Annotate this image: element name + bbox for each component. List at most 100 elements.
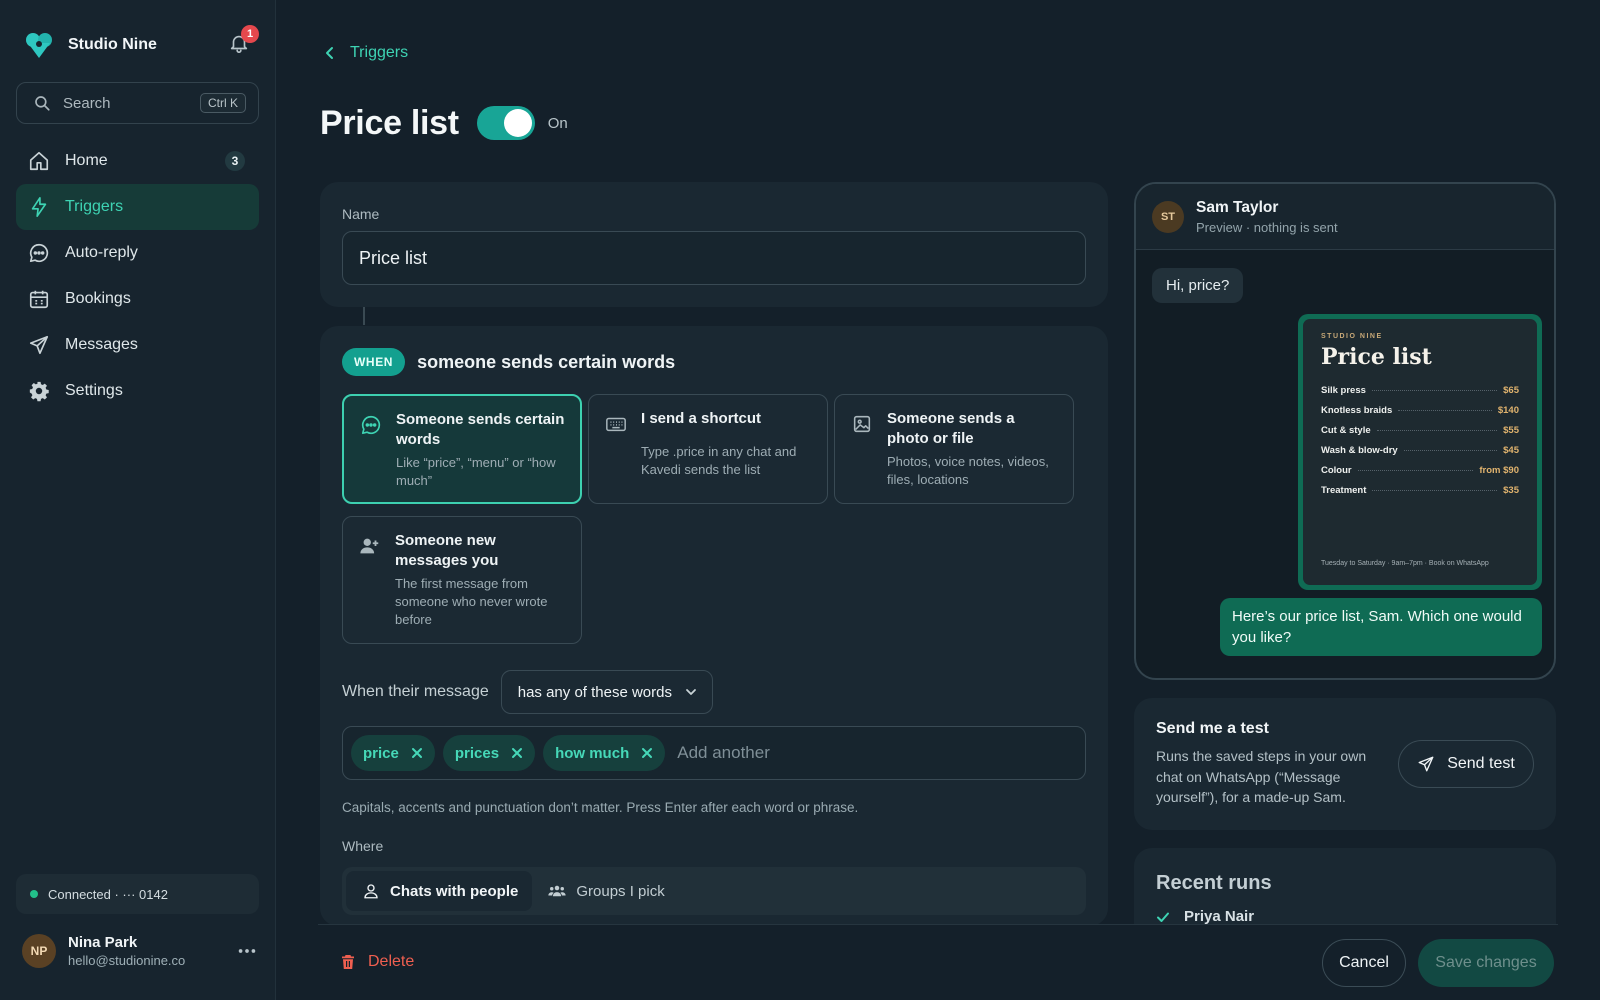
sidebar-item-auto-reply[interactable]: Auto-reply [16, 230, 259, 276]
run-name: Priya Nair [1184, 908, 1255, 925]
more-options-icon[interactable] [236, 940, 258, 962]
match-type-value: has any of these words [517, 683, 672, 701]
menu-rows: Silk press $65 Knotless braids $140 Cut & … [1321, 380, 1519, 500]
connection-text: Connected · ··· 0142 [48, 886, 168, 902]
menu-item: Knotless braids [1321, 404, 1393, 416]
brand[interactable]: Studio Nine [24, 28, 157, 62]
user-plus-icon [360, 538, 379, 554]
connection-status[interactable]: Connected · ··· 0142 [16, 874, 259, 914]
contact-name: Sam Taylor [1196, 198, 1279, 216]
when-card: WHEN someone sends certain words Someone… [320, 326, 1108, 926]
search-icon [35, 96, 50, 111]
keyword-tag: prices [442, 735, 536, 771]
name-card: Name Price list [320, 182, 1108, 307]
keyboard-icon [606, 417, 626, 432]
match-type-select[interactable]: has any of these words [500, 670, 713, 714]
nav-count-badge: 3 [225, 151, 245, 171]
sidebar-nav: Home 3 Triggers Auto-reply Bookings Mess… [16, 138, 259, 414]
tag-label: price [363, 744, 399, 762]
toggle-knob [503, 109, 532, 137]
preview-header: ST Sam Taylor Preview · nothing is sent [1136, 184, 1554, 250]
where-option-label: Groups I pick [576, 882, 665, 900]
dot-leader [1357, 469, 1474, 471]
where-segmented-control: Chats with people Groups I pick [342, 867, 1086, 915]
send-test-card: Send me a test Runs the saved steps in y… [1134, 698, 1556, 830]
preview-subtitle: Preview · nothing is sent [1196, 219, 1338, 235]
option-title: I send a shortcut [641, 410, 762, 427]
dot-leader [1398, 409, 1492, 411]
tag-label: how much [555, 744, 630, 762]
where-option-label: Chats with people [390, 882, 519, 900]
sidebar-item-label: Messages [65, 336, 138, 353]
menu-item: Treatment [1321, 484, 1367, 496]
search-input[interactable]: Search Ctrl K [16, 82, 259, 124]
trigger-option-new-contact[interactable]: Someone new messages you The first messa… [342, 516, 582, 644]
sidebar-item-bookings[interactable]: Bookings [16, 276, 259, 322]
dot-leader [1403, 449, 1498, 451]
cancel-button[interactable]: Cancel [1322, 939, 1406, 987]
menu-item: Cut & style [1321, 424, 1371, 436]
option-title: Someone sends a photo or file [887, 410, 1015, 447]
user-name: Nina Park [68, 934, 138, 951]
incoming-message: Hi, price? [1152, 268, 1244, 303]
option-desc: Type .price in any chat and Kavedi sends… [641, 444, 797, 477]
chevron-left-icon [326, 47, 333, 59]
gear-icon [29, 381, 49, 402]
page-title: Price list [320, 103, 459, 142]
when-header: WHEN someone sends certain words [342, 348, 675, 376]
trigger-option-photo[interactable]: Someone sends a photo or file Photos, vo… [834, 394, 1074, 504]
sidebar-item-messages[interactable]: Messages [16, 322, 259, 368]
sidebar-item-label: Auto-reply [65, 244, 138, 261]
option-title: Someone sends certain words [396, 411, 565, 448]
chat-preview: ST Sam Taylor Preview · nothing is sent … [1134, 182, 1556, 680]
trigger-option-words[interactable]: Someone sends certain words Like “price”… [342, 394, 582, 504]
search-shortcut: Ctrl K [200, 93, 246, 113]
breadcrumb[interactable]: Triggers [322, 44, 408, 62]
run-item[interactable]: Priya Nair [1156, 908, 1254, 925]
user-profile[interactable]: NP Nina Park hello@studionine.co [22, 932, 258, 970]
match-label: When their message [342, 683, 489, 700]
menu-price: $65 [1503, 384, 1519, 396]
add-keyword-placeholder[interactable]: Add another [677, 743, 770, 763]
sidebar-item-home[interactable]: Home 3 [16, 138, 259, 184]
delete-label: Delete [368, 953, 415, 970]
person-icon [364, 884, 378, 899]
menu-price: $55 [1503, 424, 1519, 436]
image-message: STUDIO NINE Price list Silk press $65 Kno… [1298, 314, 1542, 590]
test-title: Send me a test [1156, 720, 1269, 737]
active-toggle[interactable] [476, 106, 535, 140]
close-icon[interactable] [511, 747, 523, 759]
trigger-option-shortcut[interactable]: I send a shortcut Type .price in any cha… [588, 394, 828, 504]
user-email: hello@studionine.co [68, 953, 186, 968]
breadcrumb-link: Triggers [350, 44, 409, 61]
trash-icon [342, 955, 354, 969]
tag-label: prices [454, 744, 500, 762]
menu-row: Colour from $90 [1321, 460, 1519, 480]
bolt-icon [31, 197, 47, 217]
delete-button[interactable]: Delete [340, 953, 414, 971]
sidebar-item-settings[interactable]: Settings [16, 368, 259, 414]
preview-contact: Sam Taylor Preview · nothing is sent [1196, 199, 1338, 235]
sidebar-item-triggers[interactable]: Triggers [16, 184, 259, 230]
toggle-label: On [547, 114, 568, 132]
keyword-tag: price [351, 735, 435, 771]
where-option-chats[interactable]: Chats with people [346, 871, 533, 911]
keywords-input[interactable]: price prices how much Add another [342, 726, 1086, 780]
where-option-groups[interactable]: Groups I pick [532, 871, 678, 911]
save-changes-button[interactable]: Save changes [1418, 939, 1554, 987]
group-icon [548, 885, 566, 897]
notification-badge: 1 [241, 25, 259, 43]
menu-item: Silk press [1321, 384, 1366, 396]
send-icon [1418, 756, 1434, 772]
close-icon[interactable] [411, 747, 423, 759]
name-field[interactable]: Price list [342, 231, 1086, 285]
send-test-button[interactable]: Send test [1398, 740, 1534, 788]
sidebar-item-label: Home [65, 152, 108, 169]
match-row: When their message has any of these word… [342, 670, 713, 714]
price-list-image: STUDIO NINE Price list Silk press $65 Kno… [1303, 319, 1537, 585]
brand-name: Studio Nine [68, 36, 157, 53]
user-meta: Nina Park hello@studionine.co [68, 934, 236, 968]
close-icon[interactable] [641, 747, 653, 759]
menu-title: Price list [1321, 344, 1432, 370]
menu-row: Wash & blow-dry $45 [1321, 440, 1519, 460]
